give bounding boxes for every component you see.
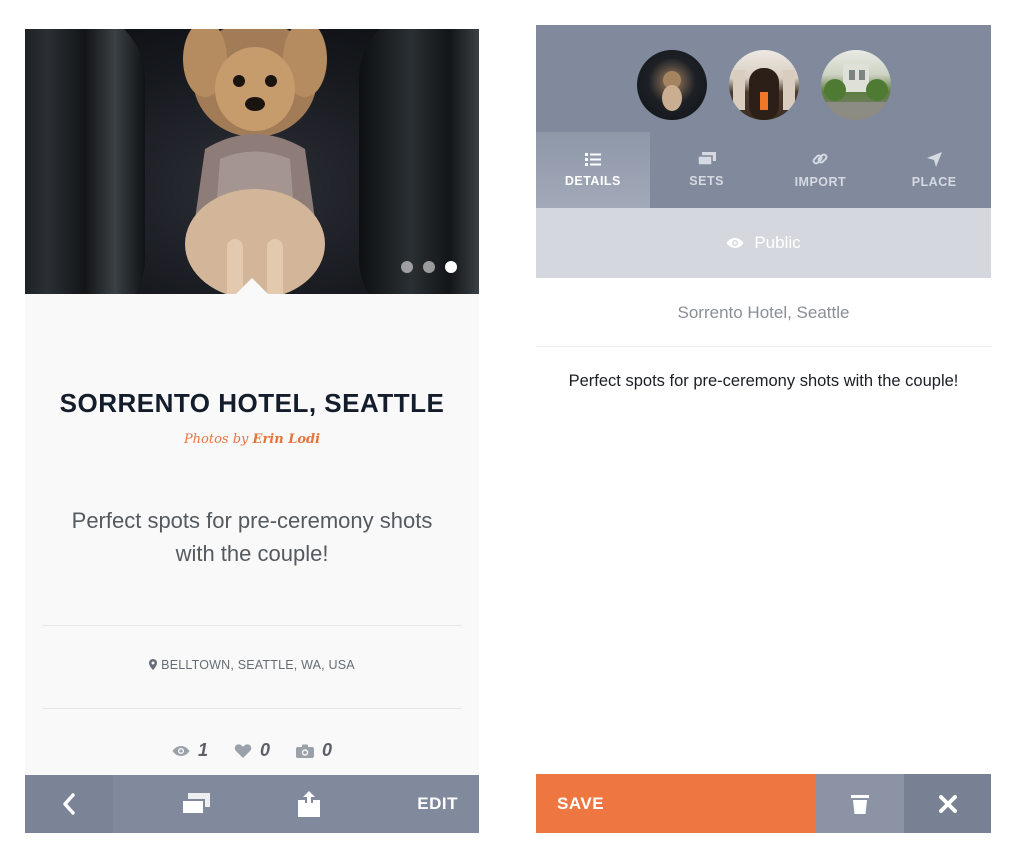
- trash-icon: [851, 794, 869, 814]
- close-icon: [938, 794, 957, 813]
- delete-button[interactable]: [816, 774, 904, 833]
- edit-button[interactable]: EDIT: [339, 775, 479, 833]
- edit-tabs: DETAILS SETS IMPORT PLACE: [536, 132, 991, 208]
- eye-icon: [172, 745, 190, 756]
- divider: [42, 625, 462, 626]
- chair-right-decoration: [359, 29, 479, 294]
- share-button[interactable]: [279, 775, 339, 833]
- tab-place[interactable]: PLACE: [877, 132, 991, 208]
- divider: [42, 708, 462, 709]
- carousel-dot[interactable]: [401, 261, 413, 273]
- visibility-label: Public: [754, 233, 801, 252]
- chair-left-decoration: [25, 29, 145, 294]
- back-button[interactable]: [25, 775, 113, 833]
- close-button[interactable]: [904, 774, 991, 833]
- edit-action-bar: SAVE: [536, 774, 991, 833]
- dog-thumbnail-image: [661, 71, 682, 111]
- likes-stat[interactable]: 0: [234, 740, 270, 761]
- camera-icon: [296, 744, 314, 758]
- eye-icon: [726, 238, 744, 248]
- description-field[interactable]: Perfect spots for pre-ceremony shots wit…: [566, 370, 961, 392]
- place-edit-screen: DETAILS SETS IMPORT PLACE Public Sorrent…: [536, 25, 991, 833]
- location-line[interactable]: BELLTOWN, SEATTLE, WA, USA: [25, 658, 479, 672]
- tab-details[interactable]: DETAILS: [536, 132, 650, 208]
- tab-details-label: DETAILS: [564, 173, 621, 188]
- tab-sets-label: SETS: [689, 174, 724, 188]
- map-pin-icon: [149, 659, 158, 670]
- stack-icon: [182, 793, 210, 815]
- credit-author[interactable]: Erin Lodi: [253, 432, 321, 447]
- photo-thumbnails: [536, 50, 991, 120]
- place-detail-screen: SORRENTO HOTEL, SEATTLE Photos by Erin L…: [25, 29, 479, 833]
- carousel-dot[interactable]: [423, 261, 435, 273]
- stats-row: 1 0 0: [25, 740, 479, 761]
- bottom-toolbar: EDIT: [25, 775, 479, 833]
- carousel-indicator[interactable]: [401, 261, 457, 273]
- tab-import[interactable]: IMPORT: [764, 132, 878, 208]
- credit-prefix: Photos by: [183, 432, 249, 447]
- navigation-arrow-icon: [926, 151, 942, 167]
- views-stat: 1: [172, 740, 208, 761]
- edit-header: DETAILS SETS IMPORT PLACE: [536, 25, 991, 208]
- share-icon: [298, 791, 320, 817]
- hero-notch: [235, 278, 269, 294]
- photo-thumbnail[interactable]: [820, 50, 891, 120]
- heart-icon[interactable]: [234, 743, 252, 759]
- location-text: BELLTOWN, SEATTLE, WA, USA: [161, 658, 355, 672]
- photo-thumbnail[interactable]: [636, 50, 707, 120]
- tab-sets[interactable]: SETS: [650, 132, 764, 208]
- photo-credit[interactable]: Photos by Erin Lodi: [25, 432, 479, 447]
- hotel-entrance-thumbnail-image: [732, 68, 795, 120]
- place-description: Perfect spots for pre-ceremony shots wit…: [71, 508, 433, 566]
- place-name-field[interactable]: Sorrento Hotel, Seattle: [536, 303, 991, 323]
- likes-count: 0: [259, 740, 270, 760]
- photos-stat: 0: [296, 740, 332, 761]
- visibility-toggle[interactable]: Public: [536, 208, 991, 278]
- dog-photo: [183, 29, 327, 294]
- sets-button[interactable]: [113, 775, 279, 833]
- photo-thumbnail[interactable]: [728, 50, 799, 120]
- photos-count: 0: [322, 740, 333, 760]
- tab-place-label: PLACE: [911, 174, 957, 189]
- save-button[interactable]: SAVE: [536, 774, 816, 833]
- stack-icon: [697, 152, 716, 166]
- link-icon: [812, 153, 828, 165]
- chevron-left-icon: [63, 793, 75, 815]
- hero-photo[interactable]: [25, 29, 479, 294]
- carousel-dot-active[interactable]: [445, 261, 457, 273]
- views-count: 1: [197, 740, 208, 760]
- divider: [536, 346, 991, 347]
- place-title: SORRENTO HOTEL, SEATTLE: [59, 388, 445, 418]
- building-trees-thumbnail-image: [820, 64, 891, 120]
- list-icon: [584, 152, 601, 166]
- tab-import-label: IMPORT: [794, 175, 847, 189]
